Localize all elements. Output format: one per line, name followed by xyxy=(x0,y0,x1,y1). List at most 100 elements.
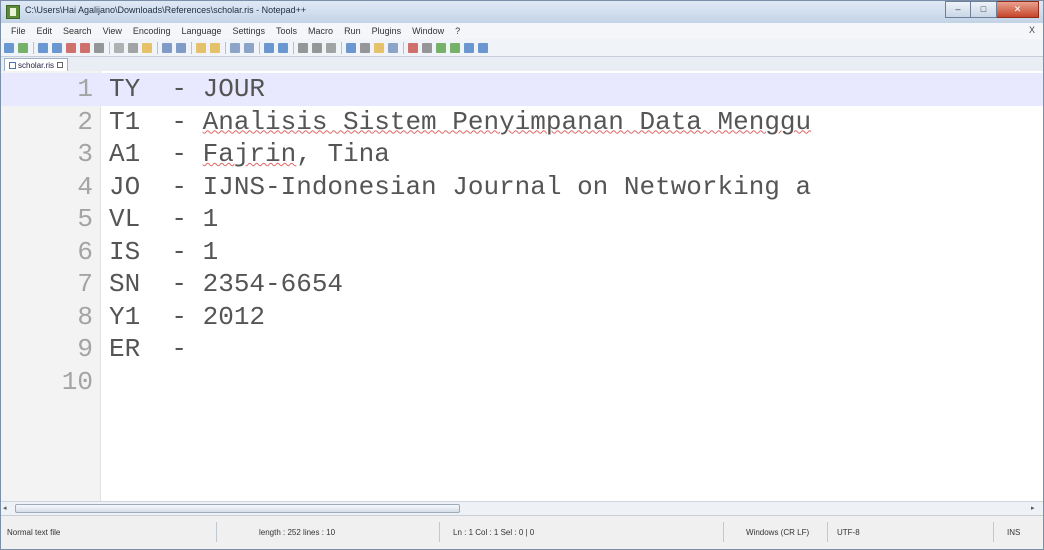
record-macro-icon[interactable] xyxy=(408,42,418,53)
copy-icon[interactable] xyxy=(128,42,138,53)
status-divider xyxy=(723,522,724,542)
save-all-icon[interactable] xyxy=(52,42,62,53)
line-rest: , Tina xyxy=(296,139,390,169)
status-divider xyxy=(827,522,828,542)
menu-bar: File Edit Search View Encoding Language … xyxy=(1,23,1043,39)
line-text: TY - JOUR xyxy=(109,74,266,104)
cut-icon[interactable] xyxy=(114,42,124,53)
toolbar-separator xyxy=(293,41,294,54)
scroll-left-arrow-icon[interactable]: ◂ xyxy=(3,504,11,512)
minimize-button[interactable]: – xyxy=(945,1,971,18)
close-icon[interactable] xyxy=(66,42,76,53)
editor-line[interactable]: 3 A1 - Fajrin, Tina xyxy=(1,138,1043,171)
notepad-window: C:\Users\Hai Agalijano\Downloads\Referen… xyxy=(0,0,1044,550)
menu-file[interactable]: File xyxy=(11,26,26,36)
status-position: Ln : 1 Col : 1 Sel : 0 | 0 xyxy=(453,528,535,537)
status-file-type: Normal text file xyxy=(7,528,61,537)
line-text: VL - 1 xyxy=(109,204,219,234)
play-macro-icon[interactable] xyxy=(436,42,446,53)
close-window-button[interactable]: ✕ xyxy=(997,1,1039,18)
new-file-icon[interactable] xyxy=(4,42,14,53)
menu-window[interactable]: Window xyxy=(412,26,444,36)
sync-h-icon[interactable] xyxy=(278,42,288,53)
redo-icon[interactable] xyxy=(176,42,186,53)
menu-search[interactable]: Search xyxy=(63,26,92,36)
status-bar: Normal text file length : 252 lines : 10… xyxy=(1,515,1043,549)
find-icon[interactable] xyxy=(196,42,206,53)
status-mode: INS xyxy=(1007,528,1021,537)
doc-map-icon[interactable] xyxy=(346,42,356,53)
editor-line[interactable]: 5 VL - 1 xyxy=(1,203,1043,236)
editor-line[interactable]: 6 IS - 1 xyxy=(1,236,1043,269)
folder-workspace-icon[interactable] xyxy=(374,42,384,53)
status-encoding: UTF-8 xyxy=(837,528,860,537)
menu-help[interactable]: ? xyxy=(455,26,460,36)
line-number: 3 xyxy=(77,139,93,169)
tab-scholar-ris[interactable]: scholar.ris xyxy=(4,58,69,71)
menu-plugins[interactable]: Plugins xyxy=(372,26,402,36)
tab-close-icon[interactable] xyxy=(57,62,64,68)
spellcheck-text: Analisis Sistem Penyimpanan Data Menggu xyxy=(202,106,812,137)
indent-guide-icon[interactable] xyxy=(326,42,336,53)
replace-icon[interactable] xyxy=(210,42,220,53)
menu-tools[interactable]: Tools xyxy=(276,26,297,36)
line-text: Y1 - 2012 xyxy=(109,301,266,332)
save-icon[interactable] xyxy=(38,42,48,53)
close-document-button[interactable]: X xyxy=(1029,25,1035,35)
undo-icon[interactable] xyxy=(162,42,172,53)
line-number: 7 xyxy=(77,269,93,299)
toolbar-separator xyxy=(157,41,158,54)
toolbar-separator xyxy=(341,41,342,54)
menu-macro[interactable]: Macro xyxy=(308,26,333,36)
all-chars-icon[interactable] xyxy=(312,42,322,53)
paste-icon[interactable] xyxy=(142,42,152,53)
close-all-icon[interactable] xyxy=(80,42,90,53)
wrap-icon[interactable] xyxy=(298,42,308,53)
menu-run[interactable]: Run xyxy=(344,26,361,36)
editor-line[interactable]: 8 Y1 - 2012 xyxy=(1,301,1043,334)
menu-edit[interactable]: Edit xyxy=(37,26,53,36)
sync-v-icon[interactable] xyxy=(264,42,274,53)
title-bar[interactable]: C:\Users\Hai Agalijano\Downloads\Referen… xyxy=(1,1,1043,23)
tab-label: scholar.ris xyxy=(18,60,55,70)
menu-settings[interactable]: Settings xyxy=(233,26,266,36)
line-number: 6 xyxy=(77,236,93,267)
spell-check-icon[interactable] xyxy=(478,42,488,53)
horizontal-scrollbar[interactable]: ◂ ▸ xyxy=(1,501,1043,515)
maximize-button[interactable]: □ xyxy=(971,1,997,18)
save-status-icon xyxy=(9,61,16,69)
menu-language[interactable]: Language xyxy=(181,26,221,36)
scroll-right-arrow-icon[interactable]: ▸ xyxy=(1031,504,1039,512)
save-macro-icon[interactable] xyxy=(464,42,474,53)
monitor-icon[interactable] xyxy=(388,42,398,53)
editor-line[interactable]: 9 ER - xyxy=(1,333,1043,366)
line-text: T1 - Analisis Sistem Penyimpanan Data Me… xyxy=(109,106,811,139)
print-icon[interactable] xyxy=(94,42,104,53)
window-title: C:\Users\Hai Agalijano\Downloads\Referen… xyxy=(25,5,307,15)
ris-tag: A1 - xyxy=(109,139,203,169)
menu-encoding[interactable]: Encoding xyxy=(133,26,171,36)
menu-view[interactable]: View xyxy=(103,26,122,36)
editor-line[interactable]: 2 T1 - Analisis Sistem Penyimpanan Data … xyxy=(1,106,1043,139)
zoom-in-icon[interactable] xyxy=(230,42,240,53)
status-eol: Windows (CR LF) xyxy=(746,528,810,537)
scrollbar-thumb[interactable] xyxy=(15,504,460,513)
tab-strip: scholar.ris xyxy=(1,57,1043,72)
editor-area[interactable]: 1 TY - JOUR 2 T1 - Analisis Sistem Penyi… xyxy=(1,71,1043,501)
toolbar-separator xyxy=(259,41,260,54)
line-number: 5 xyxy=(77,204,93,234)
window-controls: – □ ✕ xyxy=(945,1,1039,19)
status-divider xyxy=(216,522,217,542)
line-text: JO - IJNS-Indonesian Journal on Networki… xyxy=(109,171,812,202)
toolbar-separator xyxy=(403,41,404,54)
ris-tag: T1 - xyxy=(109,106,203,137)
function-list-icon[interactable] xyxy=(360,42,370,53)
editor-line[interactable]: 4 JO - IJNS-Indonesian Journal on Networ… xyxy=(1,171,1043,204)
stop-macro-icon[interactable] xyxy=(422,42,432,53)
zoom-out-icon[interactable] xyxy=(244,42,254,53)
run-macro-icon[interactable] xyxy=(450,42,460,53)
editor-line[interactable]: 1 TY - JOUR xyxy=(1,73,1043,106)
open-file-icon[interactable] xyxy=(18,42,28,53)
editor-line[interactable]: 7 SN - 2354-6654 xyxy=(1,268,1043,301)
editor-line[interactable]: 10 xyxy=(1,366,1043,399)
